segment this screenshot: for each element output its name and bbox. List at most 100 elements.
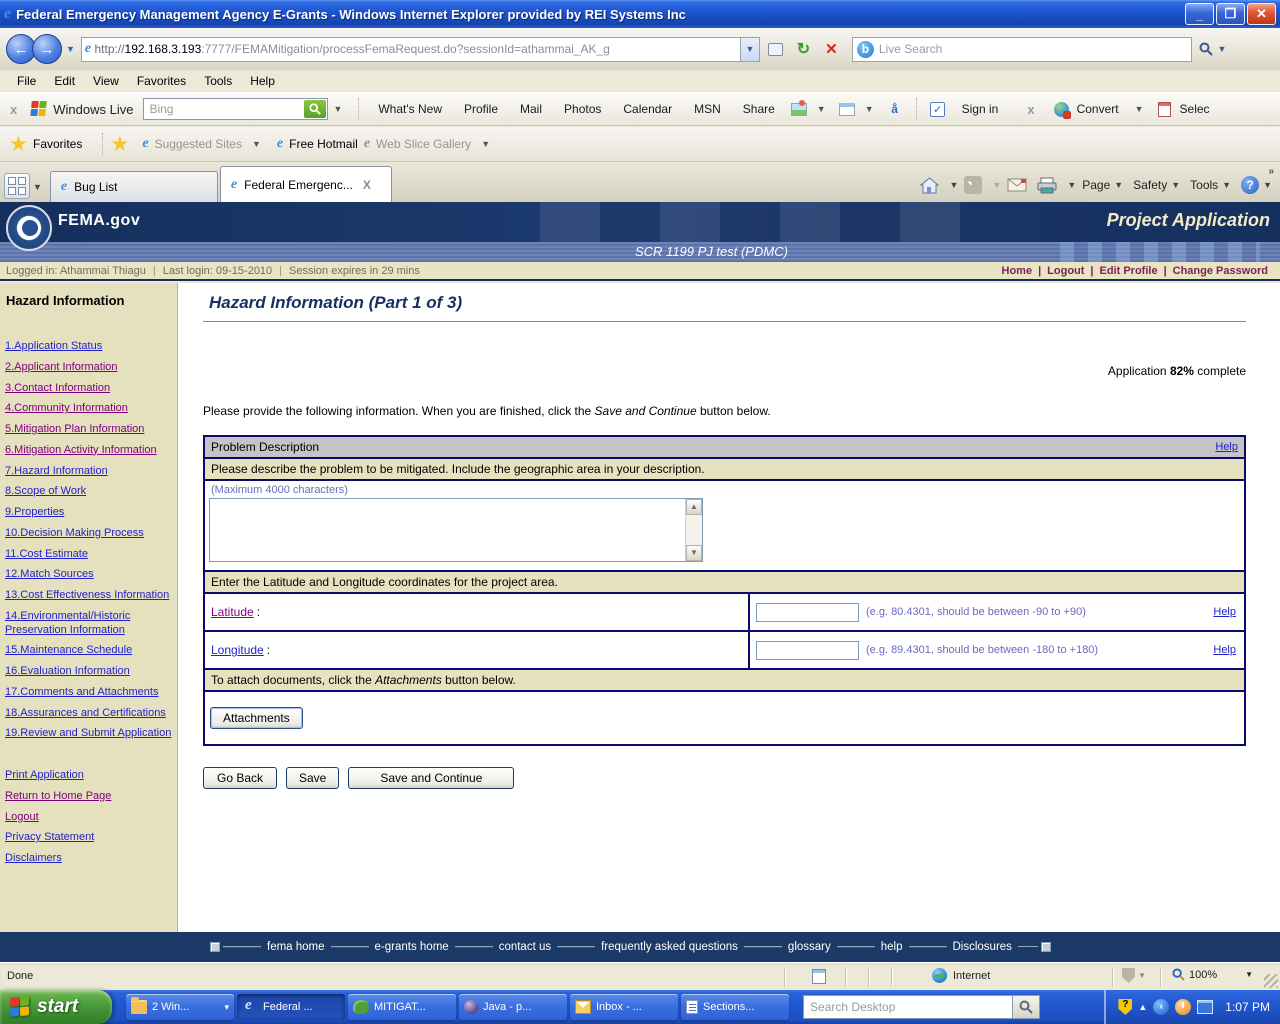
tab-list-dropdown[interactable]: ▼ bbox=[33, 182, 42, 192]
tab-bug-list[interactable]: e Bug List bbox=[49, 171, 218, 202]
read-mail-button[interactable] bbox=[1003, 176, 1031, 194]
scroll-up-icon[interactable]: ▲ bbox=[686, 499, 702, 515]
minimize-button[interactable]: _ bbox=[1185, 3, 1214, 25]
longitude-help-link[interactable]: Help bbox=[1213, 644, 1236, 656]
desktop-search-input[interactable] bbox=[803, 995, 1013, 1019]
taskbar-task-button[interactable]: Sections... bbox=[681, 994, 789, 1020]
footer-link[interactable]: Disclosures bbox=[950, 941, 1015, 953]
sidebar-item[interactable]: 11.Cost Estimate bbox=[5, 548, 173, 562]
bing-dropdown-arrow[interactable]: ▼ bbox=[333, 104, 342, 114]
footer-link[interactable]: e-grants home bbox=[372, 941, 452, 953]
problem-description-textarea[interactable]: ▲ ▼ bbox=[209, 498, 703, 562]
search-dropdown-arrow[interactable]: ▼ bbox=[1217, 44, 1226, 54]
taskbar-task-button[interactable]: Inbox - ... bbox=[570, 994, 678, 1020]
longitude-link[interactable]: Longitude bbox=[211, 643, 264, 657]
favorites-button[interactable]: Favorites bbox=[33, 137, 82, 151]
search-go-button[interactable]: ▼ bbox=[1192, 37, 1234, 62]
tray-sync-icon[interactable] bbox=[1175, 999, 1192, 1015]
live-toolbar-link[interactable]: Share bbox=[732, 102, 786, 116]
sign-in-link[interactable]: Sign in bbox=[951, 102, 1010, 116]
latitude-link[interactable]: Latitude bbox=[211, 605, 254, 619]
sidebar-item[interactable]: 4.Community Information bbox=[5, 402, 173, 416]
translate-icon[interactable]: a̐ bbox=[884, 100, 906, 118]
panel-icon[interactable] bbox=[836, 100, 858, 118]
desktop-search-button[interactable] bbox=[1013, 995, 1040, 1019]
home-link[interactable]: Home bbox=[996, 265, 1039, 277]
live-search-input[interactable] bbox=[878, 42, 1187, 56]
textarea-scrollbar[interactable]: ▲ ▼ bbox=[685, 499, 702, 561]
taskbar-task-button[interactable]: 2 Win... ▾ bbox=[126, 994, 234, 1020]
sidebar-item[interactable]: 6.Mitigation Activity Information bbox=[5, 444, 173, 458]
tray-alert-icon[interactable]: ? bbox=[1118, 999, 1133, 1015]
help-button[interactable]: ? ▼ bbox=[1237, 174, 1276, 196]
start-button[interactable]: start bbox=[0, 990, 112, 1024]
live-toolbar-link[interactable]: Calendar bbox=[612, 102, 683, 116]
sidebar-item[interactable]: 17.Comments and Attachments bbox=[5, 686, 173, 700]
logout-link[interactable]: Logout bbox=[1041, 265, 1090, 277]
live-toolbar-link[interactable]: Photos bbox=[553, 102, 612, 116]
web-slice-gallery-button[interactable]: Web Slice Gallery bbox=[376, 137, 471, 151]
sidebar-item[interactable]: 8.Scope of Work bbox=[5, 485, 173, 499]
footer-link[interactable]: help bbox=[878, 941, 906, 953]
live-toolbar-link[interactable]: Mail bbox=[509, 102, 553, 116]
sidebar-item[interactable]: 10.Decision Making Process bbox=[5, 527, 173, 541]
toolbar-overflow-chevron[interactable]: » bbox=[1268, 166, 1274, 177]
sidebar-item[interactable]: 16.Evaluation Information bbox=[5, 665, 173, 679]
sidebar-item[interactable]: 1.Application Status bbox=[5, 340, 173, 354]
sidebar-item[interactable]: Privacy Statement bbox=[5, 831, 173, 845]
footer-link[interactable]: frequently asked questions bbox=[598, 941, 741, 953]
quick-tabs-button[interactable] bbox=[4, 173, 30, 199]
live-toolbar-link[interactable]: Profile bbox=[453, 102, 509, 116]
scroll-down-icon[interactable]: ▼ bbox=[686, 545, 702, 561]
save-button[interactable]: Save bbox=[286, 767, 340, 789]
footer-link[interactable]: contact us bbox=[496, 941, 554, 953]
tray-overflow-icon[interactable]: ▲ bbox=[1138, 1002, 1147, 1012]
live-toolbar-link[interactable]: MSN bbox=[683, 102, 732, 116]
photo-upload-icon[interactable] bbox=[788, 99, 810, 118]
tray-language-icon[interactable]: ‹ bbox=[1153, 999, 1170, 1015]
free-hotmail-button[interactable]: Free Hotmail bbox=[289, 137, 358, 151]
menu-view[interactable]: View bbox=[84, 72, 128, 90]
suggested-sites-dropdown[interactable]: ▼ bbox=[252, 139, 261, 149]
tab-federal-emergency[interactable]: e Federal Emergenc... X bbox=[219, 166, 392, 202]
stop-button[interactable]: ✕ bbox=[819, 37, 844, 62]
zoom-dropdown[interactable]: ▼ bbox=[1245, 970, 1253, 979]
menu-tools[interactable]: Tools bbox=[195, 72, 241, 90]
live-toolbar-link[interactable]: What's New bbox=[367, 102, 453, 116]
sidebar-item[interactable]: 13.Cost Effectiveness Information bbox=[5, 589, 173, 603]
bing-search-button[interactable] bbox=[304, 100, 327, 118]
sidebar-item[interactable]: Disclaimers bbox=[5, 852, 173, 866]
print-dropdown[interactable]: ▼ bbox=[1067, 180, 1076, 190]
taskbar-task-button[interactable]: Java - p... bbox=[459, 994, 567, 1020]
page-menu-button[interactable]: Page ▼ bbox=[1078, 176, 1127, 194]
sidebar-item[interactable]: 12.Match Sources bbox=[5, 568, 173, 582]
recent-pages-dropdown[interactable]: ▼ bbox=[66, 44, 75, 54]
sidebar-item[interactable]: 18.Assurances and Certifications bbox=[5, 707, 173, 721]
add-favorite-icon[interactable] bbox=[111, 135, 129, 151]
zoom-control[interactable]: 100% ▼ bbox=[1172, 968, 1253, 981]
change-password-link[interactable]: Change Password bbox=[1167, 265, 1274, 277]
restore-button[interactable]: ❐ bbox=[1216, 3, 1245, 25]
save-and-continue-button[interactable]: Save and Continue bbox=[348, 767, 515, 789]
forward-button[interactable]: → bbox=[32, 34, 62, 64]
sidebar-item[interactable]: 9.Properties bbox=[5, 506, 173, 520]
sidebar-item[interactable]: Logout bbox=[5, 811, 173, 825]
refresh-button[interactable]: ↻ bbox=[791, 37, 816, 62]
footer-link[interactable]: glossary bbox=[785, 941, 834, 953]
dropdown-arrow[interactable]: ▼ bbox=[1138, 971, 1146, 980]
sidebar-item[interactable]: 3.Contact Information bbox=[5, 382, 173, 396]
taskbar-task-button[interactable]: Federal ... bbox=[237, 994, 345, 1020]
compatibility-view-button[interactable] bbox=[763, 37, 788, 62]
taskbar-task-button[interactable]: MITIGAT... bbox=[348, 994, 456, 1020]
menu-edit[interactable]: Edit bbox=[45, 72, 84, 90]
attachments-button[interactable]: Attachments bbox=[210, 707, 303, 729]
toolbar-close-icon-2[interactable]: x bbox=[1027, 102, 1034, 117]
tools-menu-button[interactable]: Tools ▼ bbox=[1186, 176, 1235, 194]
longitude-input[interactable] bbox=[756, 640, 859, 660]
sidebar-item[interactable]: Return to Home Page bbox=[5, 790, 173, 804]
close-button[interactable]: ✕ bbox=[1247, 3, 1276, 25]
sidebar-item[interactable]: 5.Mitigation Plan Information bbox=[5, 423, 173, 437]
feeds-button[interactable] bbox=[960, 174, 986, 196]
sidebar-item[interactable]: 2.Applicant Information bbox=[5, 361, 173, 375]
sidebar-item[interactable]: 19.Review and Submit Application bbox=[5, 727, 173, 741]
